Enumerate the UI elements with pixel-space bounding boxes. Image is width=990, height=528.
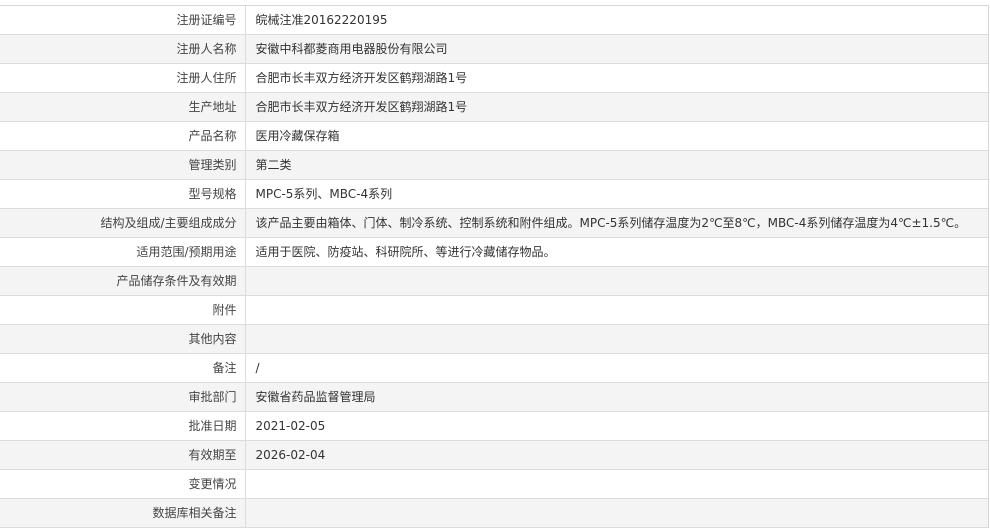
row-label: 审批部门 [0, 382, 246, 412]
row-value [245, 498, 988, 528]
row-value: 第二类 [245, 150, 988, 180]
row-label: 注册证编号 [0, 6, 246, 35]
table-row: 注册证编号 皖械注准20162220195 [0, 6, 988, 35]
row-value: 合肥市长丰双方经济开发区鹤翔湖路1号 [245, 63, 988, 93]
row-label: 注册人名称 [0, 34, 246, 64]
row-value: 适用于医院、防疫站、科研院所、等进行冷藏储存物品。 [245, 237, 988, 267]
row-value [245, 266, 988, 296]
table-row: 注册人住所 合肥市长丰双方经济开发区鹤翔湖路1号 [0, 63, 988, 93]
row-label: 附件 [0, 295, 246, 325]
row-value: 安徽中科都菱商用电器股份有限公司 [245, 34, 988, 64]
row-value: 合肥市长丰双方经济开发区鹤翔湖路1号 [245, 92, 988, 122]
row-label: 结构及组成/主要组成成分 [0, 208, 246, 238]
table-row: 产品名称 医用冷藏保存箱 [0, 121, 988, 151]
registration-info-table: 注册证编号 皖械注准20162220195 注册人名称 安徽中科都菱商用电器股份… [0, 6, 988, 528]
row-label: 批准日期 [0, 411, 246, 441]
table-row: 有效期至 2026-02-04 [0, 440, 988, 470]
row-value: 2021-02-05 [245, 411, 988, 441]
table-row: 生产地址 合肥市长丰双方经济开发区鹤翔湖路1号 [0, 92, 988, 122]
info-table-body: 注册证编号 皖械注准20162220195 注册人名称 安徽中科都菱商用电器股份… [0, 6, 988, 528]
table-row: 数据库相关备注 [0, 498, 988, 528]
row-value: / [245, 353, 988, 383]
row-label: 生产地址 [0, 92, 246, 122]
row-value [245, 324, 988, 354]
table-row: 产品储存条件及有效期 [0, 266, 988, 296]
row-label: 型号规格 [0, 179, 246, 209]
row-label: 适用范围/预期用途 [0, 237, 246, 267]
row-value: 该产品主要由箱体、门体、制冷系统、控制系统和附件组成。MPC-5系列储存温度为2… [245, 208, 988, 238]
row-value: 安徽省药品监督管理局 [245, 382, 988, 412]
row-value: 2026-02-04 [245, 440, 988, 470]
row-value: MPC-5系列、MBC-4系列 [245, 179, 988, 209]
table-row: 附件 [0, 295, 988, 325]
row-label: 产品储存条件及有效期 [0, 266, 246, 296]
row-value: 医用冷藏保存箱 [245, 121, 988, 151]
row-label: 注册人住所 [0, 63, 246, 93]
table-row: 变更情况 [0, 469, 988, 499]
row-label: 有效期至 [0, 440, 246, 470]
table-row: 其他内容 [0, 324, 988, 354]
row-label: 产品名称 [0, 121, 246, 151]
table-row: 管理类别 第二类 [0, 150, 988, 180]
row-value: 皖械注准20162220195 [245, 6, 988, 35]
row-value [245, 469, 988, 499]
table-row: 批准日期 2021-02-05 [0, 411, 988, 441]
table-row: 型号规格 MPC-5系列、MBC-4系列 [0, 179, 988, 209]
table-row: 注册人名称 安徽中科都菱商用电器股份有限公司 [0, 34, 988, 64]
table-row: 结构及组成/主要组成成分 该产品主要由箱体、门体、制冷系统、控制系统和附件组成。… [0, 208, 988, 238]
row-label: 其他内容 [0, 324, 246, 354]
row-label: 变更情况 [0, 469, 246, 499]
table-row: 适用范围/预期用途 适用于医院、防疫站、科研院所、等进行冷藏储存物品。 [0, 237, 988, 267]
row-value [245, 295, 988, 325]
row-label: 数据库相关备注 [0, 498, 246, 528]
table-row: 备注 / [0, 353, 988, 383]
row-label: 备注 [0, 353, 246, 383]
table-row: 审批部门 安徽省药品监督管理局 [0, 382, 988, 412]
registration-info-sheet: 注册证编号 皖械注准20162220195 注册人名称 安徽中科都菱商用电器股份… [0, 5, 989, 528]
row-label: 管理类别 [0, 150, 246, 180]
